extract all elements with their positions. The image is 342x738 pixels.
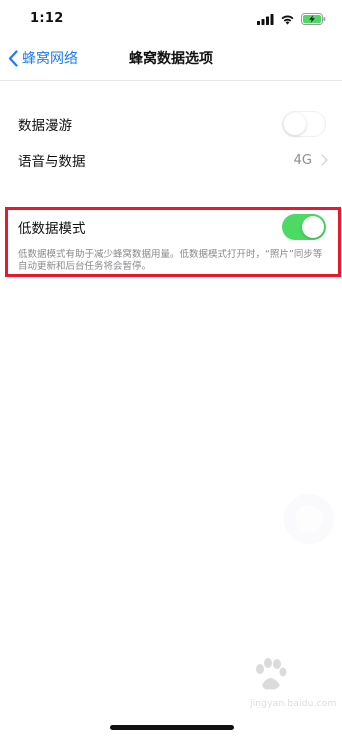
cellular-signal-icon — [257, 13, 274, 25]
wifi-icon — [281, 15, 294, 25]
home-indicator[interactable] — [110, 725, 234, 730]
assistive-touch-inner — [295, 505, 323, 533]
voice-data-label: 语音与数据 — [18, 154, 86, 170]
highlight-annotation — [5, 207, 341, 277]
data-roaming-label: 数据漫游 — [18, 118, 72, 134]
baidu-paw-logo-icon — [256, 658, 287, 690]
chevron-right-icon — [316, 154, 328, 166]
status-bar: 1:12 — [0, 0, 342, 36]
baidu-watermark: jingyan.baidu.com — [210, 655, 340, 715]
row-data-roaming: 数据漫游 — [0, 106, 342, 142]
battery-charging-icon — [301, 13, 326, 25]
settings-screen: 1:12 蜂窝网络 蜂窝数据选项 数据漫游 语音与数据 4G 低数据模式 低数据… — [0, 0, 342, 738]
page-title: 蜂窝数据选项 — [129, 51, 213, 67]
settings-group-roaming: 数据漫游 语音与数据 4G — [0, 106, 342, 178]
data-roaming-toggle[interactable] — [282, 111, 326, 137]
toggle-knob — [284, 113, 306, 135]
status-time: 1:12 — [30, 11, 64, 26]
row-voice-data[interactable]: 语音与数据 4G — [0, 142, 342, 178]
watermark-text: jingyan.baidu.com — [250, 699, 337, 709]
assistive-touch-button[interactable] — [284, 494, 334, 544]
voice-data-value: 4G — [293, 152, 312, 168]
status-icons — [257, 12, 326, 26]
navigation-bar: 蜂窝网络 蜂窝数据选项 — [0, 36, 342, 81]
